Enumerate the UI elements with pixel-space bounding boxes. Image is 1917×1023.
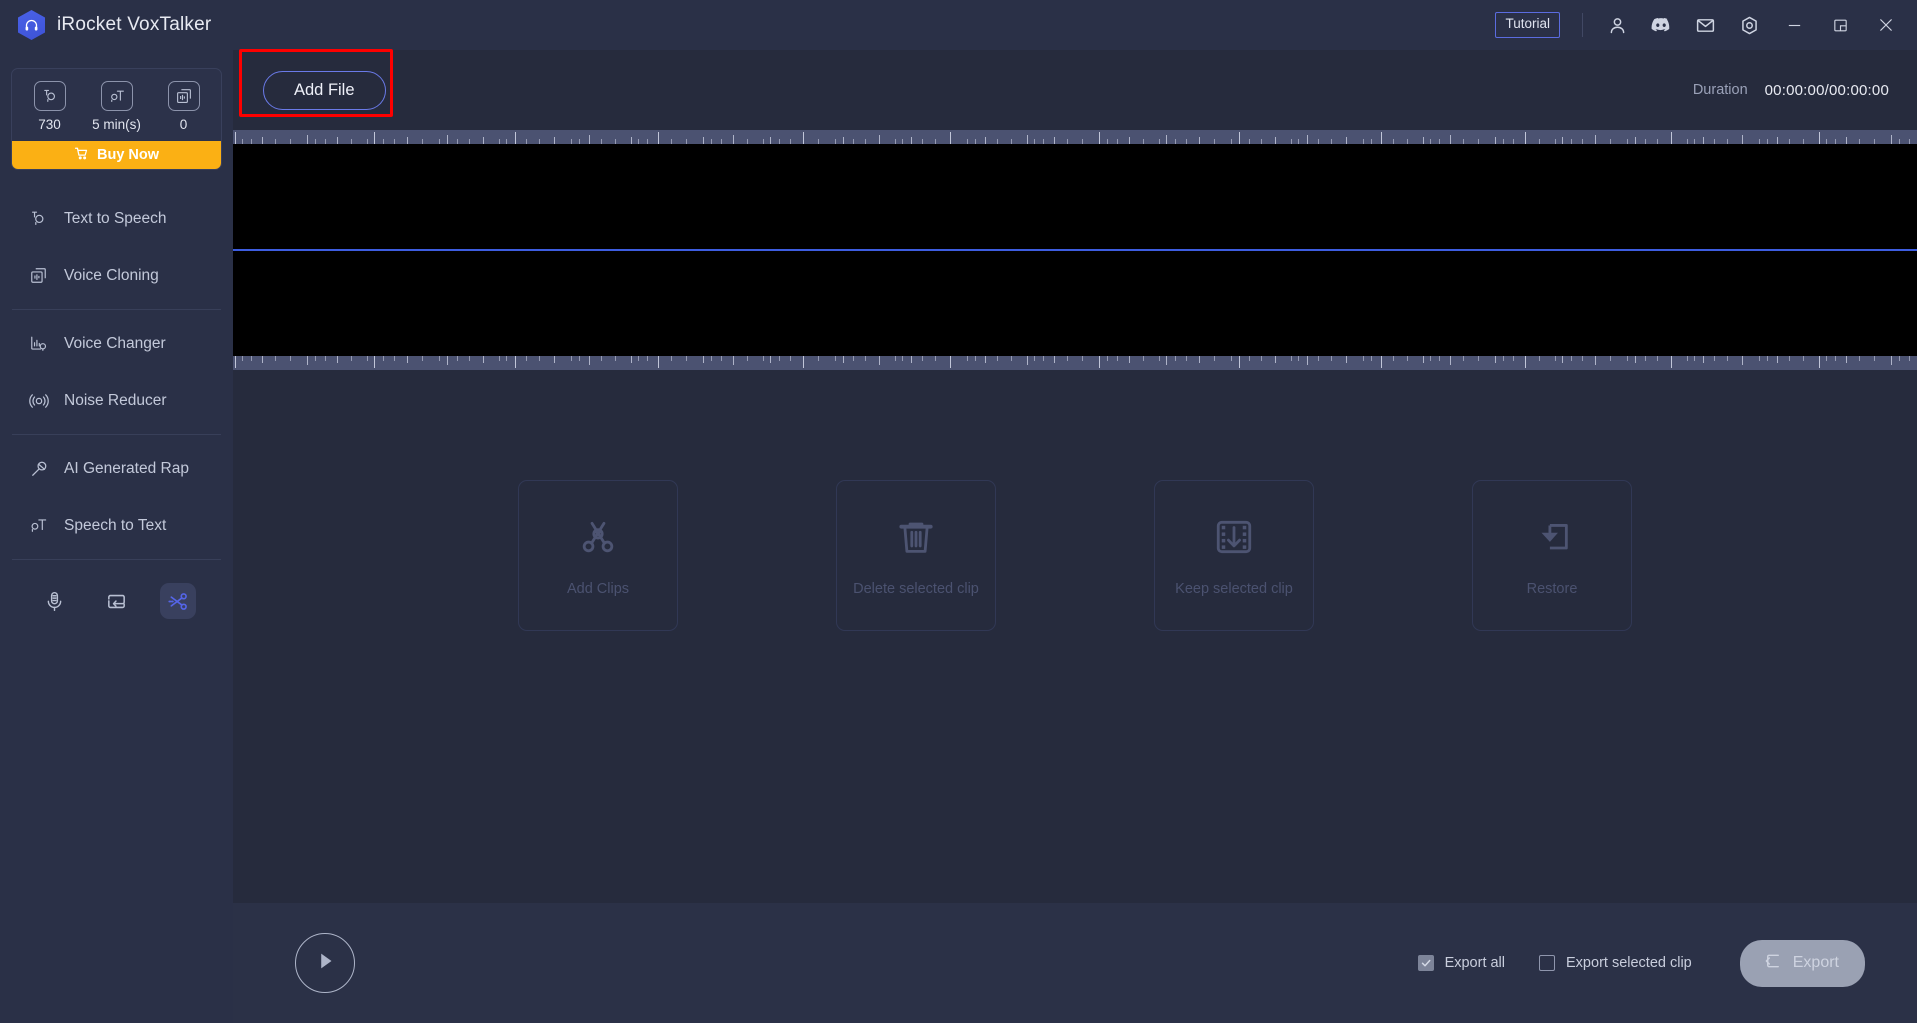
buy-now-button[interactable]: Buy Now (12, 141, 221, 169)
app-window: iRocket VoxTalker Tutorial 730 5 min(s) … (0, 0, 1917, 1023)
speech-time-icon (100, 81, 133, 111)
clip-actions: Add Clips Delete selected clip Keep sele… (233, 480, 1917, 631)
tutorial-button[interactable]: Tutorial (1495, 12, 1560, 38)
discord-icon[interactable] (1639, 5, 1683, 45)
stat-characters: 730 (20, 81, 80, 132)
sidebar-label: Text to Speech (64, 209, 167, 227)
film-download-icon (1213, 515, 1255, 559)
export-all-label: Export all (1444, 955, 1506, 971)
add-clips-scissors-icon (577, 515, 619, 559)
sidebar-item-voice-cloning[interactable]: Voice Cloning (0, 247, 233, 304)
buy-now-label: Buy Now (96, 147, 160, 163)
app-logo (18, 10, 45, 40)
account-icon[interactable] (1595, 5, 1639, 45)
timeline (233, 130, 1917, 370)
stat-speech-time-value: 5 min(s) (92, 117, 141, 132)
action-label: Restore (1526, 580, 1578, 597)
titlebar-divider (1582, 13, 1583, 37)
clone-icon (167, 81, 200, 111)
add-clips-button[interactable]: Add Clips (518, 480, 678, 631)
minimize-icon[interactable] (1771, 5, 1817, 45)
cart-icon (74, 146, 89, 165)
footer-actions: Export all Export selected clip Export (1417, 939, 1865, 987)
stat-clones: 0 (154, 81, 214, 132)
mail-icon[interactable] (1683, 5, 1727, 45)
timeline-ruler-bottom[interactable] (233, 356, 1917, 370)
noise-reducer-icon (28, 390, 49, 411)
voice-cloning-icon (28, 265, 49, 286)
characters-icon (33, 81, 66, 111)
credits-card: 730 5 min(s) 0 Buy Now (11, 68, 222, 170)
sidebar-item-speech-to-text[interactable]: Speech to Text (0, 497, 233, 554)
sidebar-nav: Text to Speech Voice Cloning Voice Chang… (0, 190, 233, 619)
timeline-ruler-top[interactable] (233, 130, 1917, 144)
sidebar: 730 5 min(s) 0 Buy Now Text to Speech Vo… (0, 50, 233, 1023)
action-label: Delete selected clip (853, 580, 979, 597)
restore-button[interactable]: Restore (1472, 480, 1632, 631)
play-icon (312, 948, 338, 979)
voice-changer-icon (28, 333, 49, 354)
duration-display: Duration 00:00:00/00:00:00 (1693, 82, 1889, 99)
stat-speech-time: 5 min(s) (87, 81, 147, 132)
restore-arrow-icon (1531, 515, 1573, 559)
app-body: 730 5 min(s) 0 Buy Now Text to Speech Vo… (0, 48, 1917, 1023)
action-label: Add Clips (566, 580, 630, 597)
headphones-hexagon-logo-icon (18, 10, 45, 40)
duration-value: 00:00:00/00:00:00 (1764, 81, 1889, 99)
sidebar-divider (12, 434, 221, 435)
scissors-icon[interactable] (160, 583, 196, 619)
action-label: Keep selected clip (1175, 580, 1293, 597)
microphone-icon[interactable] (36, 583, 72, 619)
sidebar-label: AI Generated Rap (64, 459, 189, 477)
sidebar-tools (0, 565, 233, 619)
export-button-label: Export (1792, 954, 1839, 971)
export-icon (1762, 951, 1782, 976)
sidebar-label: Voice Changer (64, 334, 166, 352)
add-file-wrap: Add File (239, 48, 393, 117)
sidebar-divider (12, 559, 221, 560)
editor-toolbar: Add File Duration 00:00:00/00:00:00 (233, 48, 1917, 130)
footer-bar: Export all Export selected clip Export (233, 903, 1917, 1023)
trash-icon (895, 515, 937, 559)
stat-clones-value: 0 (179, 117, 188, 132)
ai-rap-icon (28, 458, 49, 479)
editor-stage: Add Clips Delete selected clip Keep sele… (233, 370, 1917, 903)
sidebar-item-voice-changer[interactable]: Voice Changer (0, 315, 233, 372)
waveform-track-bottom[interactable] (233, 251, 1917, 356)
sidebar-item-text-to-speech[interactable]: Text to Speech (0, 190, 233, 247)
credits-stats: 730 5 min(s) 0 (12, 69, 221, 141)
sidebar-label: Noise Reducer (64, 391, 167, 409)
settings-icon[interactable] (1727, 5, 1771, 45)
export-selected-clip-label: Export selected clip (1566, 955, 1692, 971)
export-all-checkbox[interactable]: Export all (1417, 955, 1506, 971)
text-to-speech-icon (28, 208, 49, 229)
close-icon[interactable] (1863, 5, 1909, 45)
stat-characters-value: 730 (38, 117, 61, 132)
waveform-track-top[interactable] (233, 144, 1917, 249)
add-file-button[interactable]: Add File (263, 70, 386, 110)
keep-selected-clip-button[interactable]: Keep selected clip (1154, 480, 1314, 631)
checkbox-checked-icon (1417, 955, 1434, 971)
play-button[interactable] (295, 933, 355, 993)
duration-label: Duration (1692, 82, 1748, 98)
delete-selected-clip-button[interactable]: Delete selected clip (836, 480, 996, 631)
speech-to-text-icon (28, 515, 49, 536)
checkbox-empty-icon (1539, 955, 1556, 971)
sidebar-label: Speech to Text (64, 516, 167, 534)
main-panel: Add File Duration 00:00:00/00:00:00 Add … (233, 48, 1917, 1023)
title-bar: iRocket VoxTalker Tutorial (0, 0, 1917, 50)
maximize-icon[interactable] (1817, 5, 1863, 45)
sidebar-label: Voice Cloning (64, 266, 159, 284)
app-title: iRocket VoxTalker (57, 14, 212, 35)
export-selected-clip-checkbox[interactable]: Export selected clip (1539, 955, 1692, 971)
titlebar-actions: Tutorial (1495, 5, 1909, 45)
loop-icon[interactable] (98, 583, 134, 619)
sidebar-item-ai-generated-rap[interactable]: AI Generated Rap (0, 440, 233, 497)
sidebar-divider (12, 309, 221, 310)
sidebar-item-noise-reducer[interactable]: Noise Reducer (0, 372, 233, 429)
export-button[interactable]: Export (1739, 939, 1865, 987)
